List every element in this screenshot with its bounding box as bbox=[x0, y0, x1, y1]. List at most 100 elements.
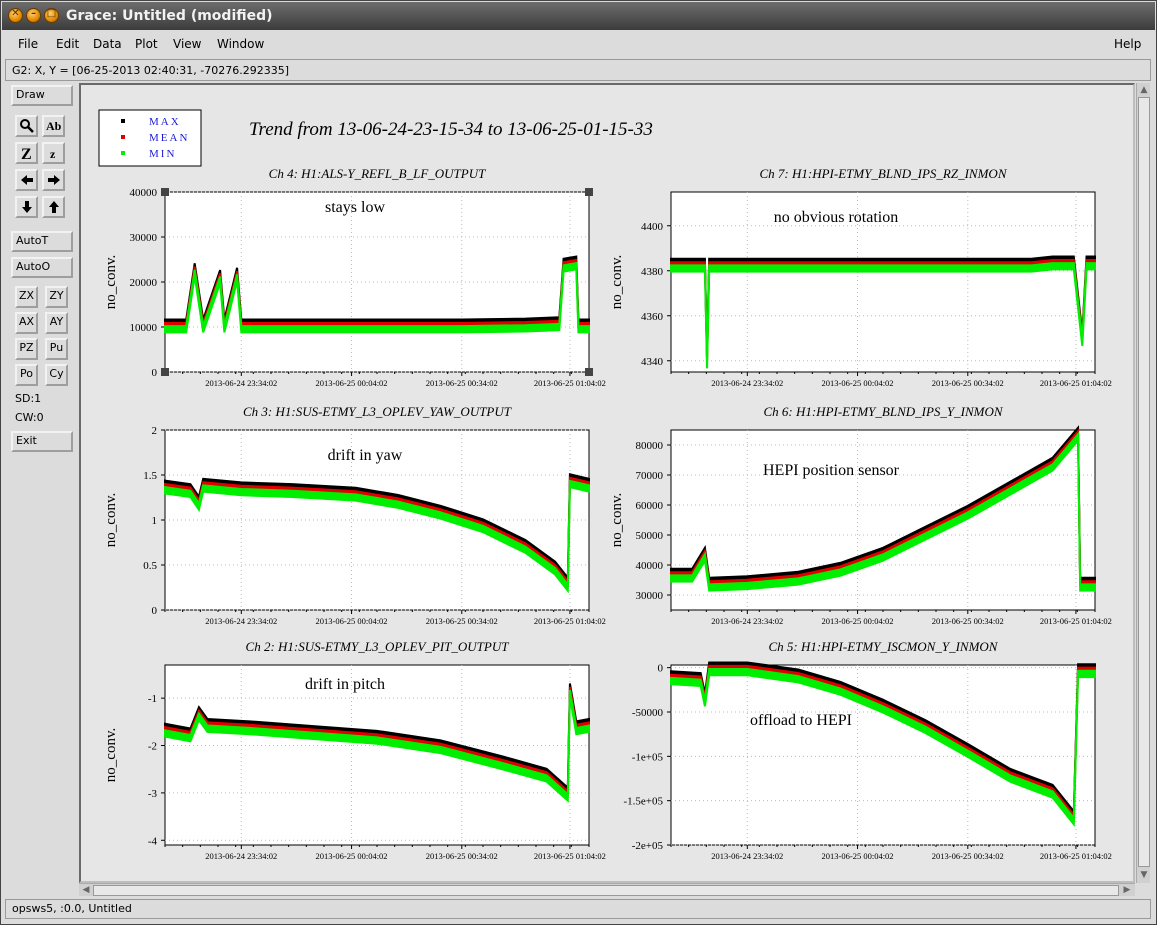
panel-title: Ch 4: H1:ALS-Y_REFL_B_LF_OUTPUT bbox=[269, 166, 486, 181]
y-tick-label: 0 bbox=[658, 663, 664, 675]
exit-button[interactable]: Exit bbox=[11, 431, 73, 452]
x-tick-label: 2013-06-25 00:34:02 bbox=[932, 378, 1004, 388]
zx-button[interactable]: ZX bbox=[15, 286, 38, 308]
po-button[interactable]: Po bbox=[15, 364, 38, 386]
menu-data[interactable]: Data bbox=[93, 37, 122, 51]
zoom-icon[interactable] bbox=[15, 115, 38, 137]
arrow-down-icon[interactable] bbox=[15, 196, 38, 218]
scroll-up-icon[interactable]: ▲ bbox=[1138, 84, 1150, 96]
panel-annotation: stays low bbox=[325, 199, 385, 216]
y-axis-label: no_conv. bbox=[609, 493, 625, 547]
x-tick-label: 2013-06-25 00:34:02 bbox=[932, 616, 1004, 626]
zoom-x-icon[interactable]: Z bbox=[15, 142, 38, 164]
vertical-scrollbar[interactable]: ▲ ▼ bbox=[1136, 83, 1150, 883]
x-tick-label: 2013-06-25 01:04:02 bbox=[1040, 378, 1112, 388]
legend[interactable]: MAX MEAN MIN bbox=[98, 109, 202, 167]
y-tick-label: 4340 bbox=[641, 356, 664, 368]
title-bar[interactable]: ✕ – □ Grace: Untitled (modified) bbox=[2, 2, 1155, 30]
y-tick-label: 40000 bbox=[130, 187, 158, 199]
panel-title: Ch 5: H1:HPI-ETMY_ISCMON_Y_INMON bbox=[769, 639, 999, 654]
menu-plot[interactable]: Plot bbox=[135, 37, 158, 51]
y-tick-label: -1 bbox=[148, 693, 157, 705]
zy-button[interactable]: ZY bbox=[45, 286, 68, 308]
scroll-left-icon[interactable]: ◀ bbox=[80, 884, 92, 896]
pu-button[interactable]: Pu bbox=[45, 338, 68, 360]
tool-panel: Draw Ab Z z AutoT AutoO ZX ZY AX AY PZ P… bbox=[5, 83, 77, 893]
pz-button[interactable]: PZ bbox=[15, 338, 38, 360]
close-icon[interactable]: ✕ bbox=[8, 8, 23, 23]
y-axis-label: no_conv. bbox=[103, 255, 119, 309]
y-tick-label: 80000 bbox=[636, 440, 664, 452]
arrow-up-icon[interactable] bbox=[42, 196, 65, 218]
chart-panel-3[interactable]: Ch 6: H1:HPI-ETMY_BLND_IPS_Y_INMON no_con… bbox=[609, 404, 1112, 626]
menu-file[interactable]: File bbox=[18, 37, 38, 51]
menu-view[interactable]: View bbox=[173, 37, 201, 51]
x-tick-label: 2013-06-25 00:04:02 bbox=[316, 851, 388, 861]
chart-panel-4[interactable]: Ch 2: H1:SUS-ETMY_L3_OPLEV_PIT_OUTPUT no_… bbox=[103, 639, 606, 861]
minimize-icon[interactable]: – bbox=[26, 8, 41, 23]
arrow-right-icon[interactable] bbox=[42, 169, 65, 191]
y-tick-label: -1.5e+05 bbox=[624, 796, 664, 808]
y-tick-label: -3 bbox=[148, 788, 158, 800]
plot-svg[interactable]: MAX MEAN MIN Trend from 13-06-24-23-15-3… bbox=[81, 85, 1133, 881]
autot-button[interactable]: AutoT bbox=[11, 231, 73, 252]
ay-button[interactable]: AY bbox=[45, 312, 68, 334]
chart-panel-0[interactable]: Ch 4: H1:ALS-Y_REFL_B_LF_OUTPUT no_conv. 0… bbox=[103, 166, 606, 388]
cy-button[interactable]: Cy bbox=[45, 364, 68, 386]
menu-help[interactable]: Help bbox=[1114, 37, 1141, 51]
zoom-small-icon[interactable]: z bbox=[42, 142, 65, 164]
x-tick-label: 2013-06-25 00:04:02 bbox=[316, 616, 388, 626]
svg-text:z: z bbox=[50, 147, 56, 161]
x-tick-label: 2013-06-25 01:04:02 bbox=[1040, 851, 1112, 861]
panel-frame bbox=[670, 664, 1096, 846]
window-title: Grace: Untitled (modified) bbox=[66, 8, 273, 24]
y-tick-label: 1.5 bbox=[143, 470, 157, 482]
grace-window: ✕ – □ Grace: Untitled (modified) File Ed… bbox=[0, 0, 1157, 925]
y-axis-label: no_conv. bbox=[103, 493, 119, 547]
ax-button[interactable]: AX bbox=[15, 312, 38, 334]
scroll-right-icon[interactable]: ▶ bbox=[1121, 884, 1133, 896]
selection-handle bbox=[161, 368, 169, 376]
y-tick-label: 20000 bbox=[130, 277, 158, 289]
draw-button[interactable]: Draw bbox=[11, 85, 73, 106]
selection-handle bbox=[161, 188, 169, 196]
scroll-down-icon[interactable]: ▼ bbox=[1138, 869, 1150, 881]
y-tick-label: -1e+05 bbox=[632, 751, 664, 763]
horizontal-scrollbar[interactable]: ◀ ▶ bbox=[79, 883, 1135, 896]
x-tick-label: 2013-06-25 01:04:02 bbox=[534, 378, 606, 388]
menu-window[interactable]: Window bbox=[217, 37, 264, 51]
plot-canvas[interactable]: MAX MEAN MIN Trend from 13-06-24-23-15-3… bbox=[79, 83, 1135, 883]
x-tick-label: 2013-06-25 01:04:02 bbox=[534, 616, 606, 626]
x-tick-label: 2013-06-24 23:34:02 bbox=[205, 851, 277, 861]
legend-swatch-min bbox=[121, 151, 125, 155]
panel-title: Ch 6: H1:HPI-ETMY_BLND_IPS_Y_INMON bbox=[763, 404, 1003, 419]
chart-panel-1[interactable]: Ch 7: H1:HPI-ETMY_BLND_IPS_RZ_INMON no_co… bbox=[609, 166, 1112, 388]
svg-text:Z: Z bbox=[21, 146, 32, 161]
x-tick-label: 2013-06-24 23:34:02 bbox=[711, 616, 783, 626]
y-tick-label: -50000 bbox=[632, 707, 664, 719]
chart-panel-5[interactable]: Ch 5: H1:HPI-ETMY_ISCMON_Y_INMON 0 -50000 -… bbox=[624, 639, 1112, 861]
text-icon[interactable]: Ab bbox=[42, 115, 65, 137]
y-tick-label: 1 bbox=[152, 515, 158, 527]
menu-edit[interactable]: Edit bbox=[56, 37, 79, 51]
y-tick-label: 50000 bbox=[636, 530, 664, 542]
x-tick-label: 2013-06-25 00:04:02 bbox=[316, 378, 388, 388]
maximize-icon[interactable]: □ bbox=[44, 8, 59, 23]
y-tick-label: 70000 bbox=[636, 470, 664, 482]
x-tick-label: 2013-06-24 23:34:02 bbox=[711, 378, 783, 388]
legend-swatch-mean bbox=[121, 135, 125, 139]
autoo-button[interactable]: AutoO bbox=[11, 257, 73, 278]
panel-title: Ch 7: H1:HPI-ETMY_BLND_IPS_RZ_INMON bbox=[760, 166, 1008, 181]
x-tick-label: 2013-06-25 01:04:02 bbox=[534, 851, 606, 861]
horizontal-scroll-thumb[interactable] bbox=[93, 885, 1119, 896]
legend-label-mean: MEAN bbox=[149, 132, 189, 144]
vertical-scroll-thumb[interactable] bbox=[1138, 97, 1150, 867]
x-tick-label: 2013-06-25 00:04:02 bbox=[822, 851, 894, 861]
y-tick-label: -4 bbox=[148, 835, 158, 847]
chart-panel-2[interactable]: Ch 3: H1:SUS-ETMY_L3_OPLEV_YAW_OUTPUT no_… bbox=[103, 404, 606, 626]
y-axis-label: no_conv. bbox=[103, 728, 119, 782]
x-tick-label: 2013-06-25 00:04:02 bbox=[822, 616, 894, 626]
status-bar: opsws5, :0.0, Untitled bbox=[5, 899, 1151, 919]
arrow-left-icon[interactable] bbox=[15, 169, 38, 191]
y-tick-label: 4380 bbox=[641, 266, 664, 278]
